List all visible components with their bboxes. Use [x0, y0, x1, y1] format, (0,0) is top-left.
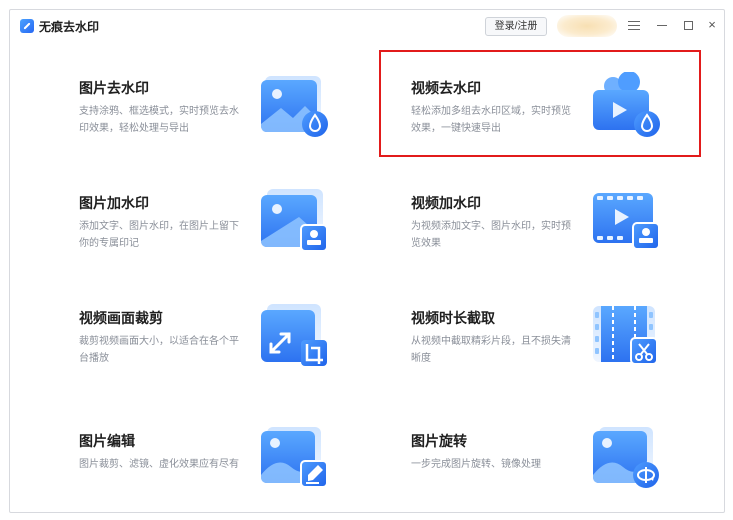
card-image-remove-watermark[interactable]: 图片去水印 支持涂鸦、框选模式，实时预览去水印效果，轻松处理与导出 — [79, 76, 379, 178]
maximize-icon[interactable] — [681, 18, 695, 32]
card-title: 视频时长截取 — [411, 310, 495, 326]
selected-card-highlight — [379, 50, 701, 157]
image-add-watermark-icon — [259, 187, 333, 259]
card-description: 为视频添加文字、图片水印，实时预览效果 — [411, 221, 571, 249]
title-bar: 无痕去水印 登录/注册 × — [10, 10, 724, 40]
menu-icon[interactable] — [627, 18, 641, 32]
image-rotate-icon — [591, 425, 665, 497]
close-icon[interactable]: × — [705, 18, 719, 32]
card-video-add-watermark[interactable]: 视频加水印 为视频添加文字、图片水印，实时预览效果 — [411, 193, 711, 293]
card-title: 图片编辑 — [79, 433, 135, 449]
login-register-button[interactable]: 登录/注册 — [485, 17, 547, 36]
card-title: 视频画面裁剪 — [79, 310, 163, 326]
app-window: 无痕去水印 登录/注册 × 图片去水印 支持涂鸦、框选模式，实时预览去水印效果，… — [9, 9, 725, 513]
card-description: 裁剪视频画面大小，以适合在各个平台播放 — [79, 336, 239, 364]
card-description: 支持涂鸦、框选模式，实时预览去水印效果，轻松处理与导出 — [79, 106, 239, 134]
card-title: 图片加水印 — [79, 195, 149, 211]
card-description: 从视频中截取精彩片段，且不损失清晰度 — [411, 336, 571, 364]
user-avatar[interactable] — [557, 15, 617, 37]
card-video-crop[interactable]: 视频画面裁剪 裁剪视频画面大小，以适合在各个平台播放 — [79, 304, 379, 408]
minimize-icon[interactable] — [655, 18, 669, 32]
card-image-add-watermark[interactable]: 图片加水印 添加文字、图片水印，在图片上留下你的专属印记 — [79, 189, 379, 293]
image-edit-icon — [259, 425, 333, 497]
video-add-watermark-icon — [591, 187, 665, 259]
image-remove-watermark-icon — [259, 72, 333, 144]
card-description: 图片裁剪、滤镜、虚化效果应有尽有 — [79, 459, 239, 470]
card-title: 图片去水印 — [79, 80, 149, 96]
video-crop-icon — [259, 302, 333, 374]
card-description: 添加文字、图片水印，在图片上留下你的专属印记 — [79, 221, 239, 249]
app-title: 无痕去水印 — [39, 20, 100, 34]
video-trim-icon — [591, 302, 665, 374]
card-video-trim[interactable]: 视频时长截取 从视频中截取精彩片段，且不损失清晰度 — [411, 306, 711, 408]
app-logo-icon — [20, 19, 34, 33]
card-image-edit[interactable]: 图片编辑 图片裁剪、滤镜、虚化效果应有尽有 — [79, 427, 379, 520]
card-description: 一步完成图片旋转、镜像处理 — [411, 459, 541, 470]
card-image-rotate[interactable]: 图片旋转 一步完成图片旋转、镜像处理 — [411, 427, 711, 520]
card-title: 视频加水印 — [411, 195, 481, 211]
card-title: 图片旋转 — [411, 433, 467, 449]
